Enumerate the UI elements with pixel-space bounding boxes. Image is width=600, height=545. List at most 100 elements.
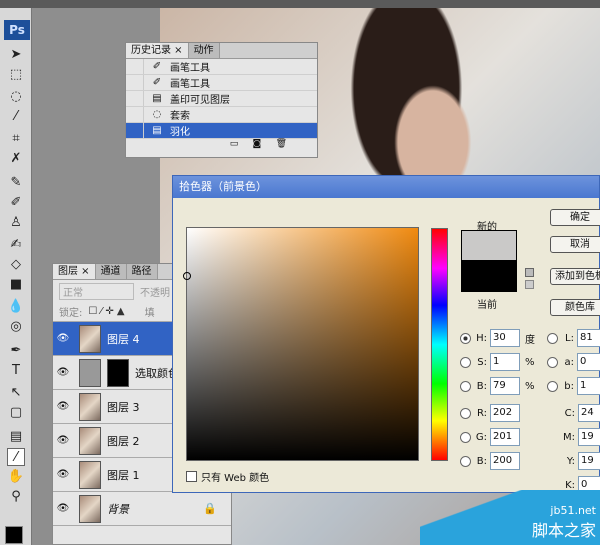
cmyk-label: Y: [566,455,575,467]
tab-layers[interactable]: 图层 × [53,264,96,279]
color-picker-dialog: 拾色器（前景色） 新的 当前 确定 取消 添加到色板 颜色库 H: 30 度 L: 81… [172,175,600,494]
hue-slider[interactable] [431,228,448,461]
web-only-checkbox[interactable] [186,470,197,482]
foreground-color-swatch[interactable] [5,526,23,544]
path-select-icon[interactable]: ↖ [7,384,25,402]
color-field[interactable] [183,227,419,461]
history-source-checkbox[interactable] [126,123,144,138]
hsb-radio[interactable] [460,332,471,344]
web-safe-icon[interactable] [525,280,534,289]
blur-icon[interactable]: 💧 [7,298,25,316]
unit-label: 度 [525,334,535,346]
new-snapshot-icon[interactable]: ▭ [230,139,239,149]
history-item[interactable]: ✐ 画笔工具 [126,75,317,91]
new-color-swatch [461,230,517,261]
lab-input[interactable]: 0 [577,353,600,371]
hsb-input[interactable]: 30 [490,329,520,347]
magic-wand-icon[interactable]: ⁄ [7,108,25,126]
lasso-icon[interactable]: ◌ [7,88,25,106]
history-source-checkbox[interactable] [126,107,144,122]
shape-icon[interactable]: ▢ [7,404,25,422]
camera-icon[interactable]: ◙ [253,139,262,149]
history-source-checkbox[interactable] [126,75,144,90]
healing-icon[interactable]: ✎ [7,174,25,192]
hsb-input[interactable]: 79 [490,377,520,395]
layer-name: 背景 [107,502,129,516]
layer-thumbnail [79,392,101,421]
brush-icon[interactable]: ✐ [7,194,25,212]
history-item[interactable]: ✐ 画笔工具 [126,59,317,75]
eye-icon[interactable]: 👁 [53,401,73,412]
ok-button[interactable]: 确定 [550,209,600,226]
lab-radio[interactable] [547,356,558,368]
gamut-warning-icon[interactable] [525,268,534,277]
type-icon[interactable]: T [7,362,25,380]
lab-input[interactable]: 81 [577,329,600,347]
layer-name: 图层 4 [107,332,140,346]
current-label: 当前 [477,300,497,311]
eye-icon[interactable]: 👁 [53,367,73,378]
history-item-label: 画笔工具 [170,63,210,74]
layer-thumbnail [79,358,101,387]
history-brush-icon[interactable]: ✍ [7,236,25,254]
cmyk-input[interactable]: 19 [578,452,600,470]
lab-input[interactable]: 1 [577,377,600,395]
rgb-radio[interactable] [460,407,471,419]
current-color-swatch[interactable] [461,261,517,292]
layer-row[interactable]: 👁 背景 🔒 [53,492,231,526]
move-icon[interactable]: ➤ [7,46,25,64]
eye-icon[interactable]: 👁 [53,469,73,480]
color-field-cursor[interactable] [183,272,191,280]
tab-channels[interactable]: 通道 [95,264,127,279]
stamp-icon[interactable]: ♙ [7,214,25,232]
history-source-checkbox[interactable] [126,59,144,74]
color-libraries-button[interactable]: 颜色库 [550,299,600,316]
cmyk-input[interactable]: 19 [578,428,600,446]
fill-label: 填 [144,308,155,319]
add-to-swatches-button[interactable]: 添加到色板 [550,268,600,285]
gradient-icon[interactable]: ■ [7,276,25,294]
history-footer: ▭ ◙ 🗑 [126,139,317,153]
notes-icon[interactable]: ▤ [7,428,25,446]
rgb-input[interactable]: 200 [490,452,520,470]
blend-mode-select[interactable]: 正常 [59,282,134,300]
hsb-input[interactable]: 1 [490,353,520,371]
lock-icons[interactable]: ☐ ⁄ ✛ ▲ [88,306,124,317]
hand-icon[interactable]: ✋ [7,468,25,486]
rgb-radio[interactable] [460,431,471,443]
lab-radio[interactable] [547,380,558,392]
tab-actions[interactable]: 动作 [188,43,220,58]
history-item[interactable]: ▤ 盖印可见图层 [126,91,317,107]
rgb-input[interactable]: 202 [490,404,520,422]
dodge-icon[interactable]: ◎ [7,318,25,336]
history-item[interactable]: ◌ 套索 [126,107,317,123]
tab-history[interactable]: 历史记录 × [126,43,189,58]
eye-icon[interactable]: 👁 [53,333,73,344]
hsb-radio[interactable] [460,356,471,368]
lab-label: L: [565,332,574,344]
cancel-button[interactable]: 取消 [550,236,600,253]
lock-icon: 🔒 [203,502,217,515]
eyedropper-slice-icon[interactable]: ✗ [7,150,25,168]
history-source-checkbox[interactable] [126,91,144,106]
cmyk-input[interactable]: 24 [578,404,600,422]
unit-label: % [525,380,535,392]
tab-paths[interactable]: 路径 [126,264,158,279]
history-item[interactable]: ▤ 羽化 [126,123,317,139]
zoom-icon[interactable]: ⚲ [7,488,25,506]
dialog-title: 拾色器（前景色） [173,176,599,198]
marquee-icon[interactable]: ⬚ [7,66,25,84]
eye-icon[interactable]: 👁 [53,503,73,514]
pen-icon[interactable]: ✒ [7,342,25,360]
hsb-label: H: [476,332,487,344]
lab-radio[interactable] [547,332,558,344]
history-item-label: 羽化 [170,127,190,138]
hsb-radio[interactable] [460,380,471,392]
rgb-input[interactable]: 201 [490,428,520,446]
rgb-radio[interactable] [460,455,471,467]
eye-icon[interactable]: 👁 [53,435,73,446]
crop-icon[interactable]: ⌗ [7,130,25,148]
eyedropper-icon[interactable]: ⁄ [7,448,25,466]
trash-icon[interactable]: 🗑 [276,139,287,149]
eraser-icon[interactable]: ◇ [7,256,25,274]
